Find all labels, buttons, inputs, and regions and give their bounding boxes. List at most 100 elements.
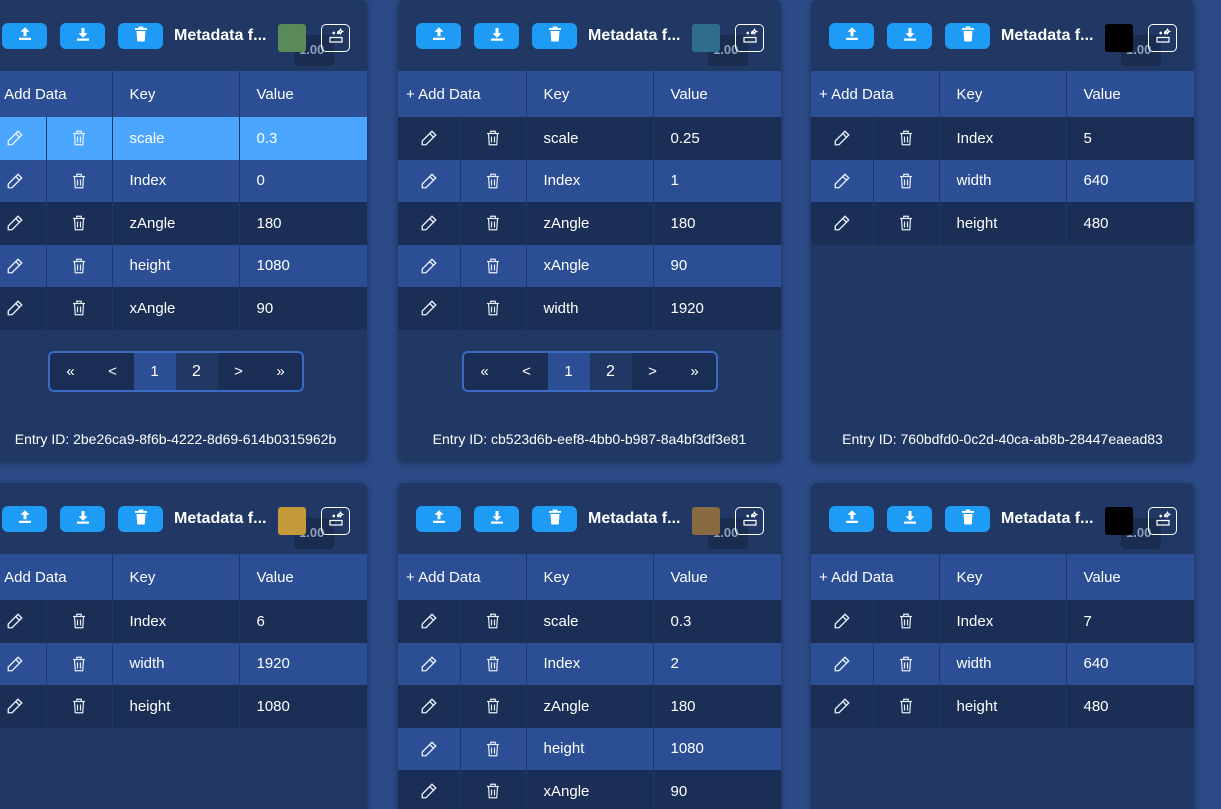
upload-button[interactable] xyxy=(2,506,47,532)
delete-row-button[interactable] xyxy=(46,287,113,330)
edit-row-button[interactable] xyxy=(0,244,47,287)
table-row[interactable]: Index 2 xyxy=(398,642,781,685)
table-row[interactable]: Index 1 xyxy=(398,159,781,202)
delete-row-button[interactable] xyxy=(460,202,527,245)
table-row[interactable]: height 480 xyxy=(811,685,1194,728)
add-data-button[interactable]: + Add Data xyxy=(0,71,113,117)
edit-row-button[interactable] xyxy=(398,244,461,287)
table-row[interactable]: xAngle 90 xyxy=(398,770,781,809)
download-button[interactable] xyxy=(887,506,932,532)
delete-row-button[interactable] xyxy=(460,600,527,643)
edit-row-button[interactable] xyxy=(0,117,47,160)
edit-row-button[interactable] xyxy=(0,159,47,202)
edit-row-button[interactable] xyxy=(398,159,461,202)
table-row[interactable]: Index 7 xyxy=(811,600,1194,643)
edit-row-button[interactable] xyxy=(398,685,461,728)
table-row[interactable]: xAngle 90 xyxy=(398,244,781,287)
last-page-button[interactable]: » xyxy=(673,353,716,390)
table-row[interactable]: Index 0 xyxy=(0,159,367,202)
ai-assist-button[interactable] xyxy=(321,507,350,535)
table-row[interactable]: scale 0.3 xyxy=(398,600,781,643)
prev-page-button[interactable]: < xyxy=(505,353,548,390)
thumbnail-image[interactable] xyxy=(692,507,720,535)
thumbnail-image[interactable] xyxy=(692,24,720,52)
edit-row-button[interactable] xyxy=(811,600,874,643)
next-page-button[interactable]: > xyxy=(631,353,674,390)
delete-row-button[interactable] xyxy=(873,685,940,728)
edit-row-button[interactable] xyxy=(811,117,874,160)
delete-row-button[interactable] xyxy=(46,685,113,728)
edit-row-button[interactable] xyxy=(0,287,47,330)
first-page-button[interactable]: « xyxy=(49,353,92,390)
download-button[interactable] xyxy=(60,506,105,532)
add-data-button[interactable]: + Add Data xyxy=(398,71,527,117)
delete-row-button[interactable] xyxy=(873,202,940,245)
table-row[interactable]: zAngle 180 xyxy=(398,685,781,728)
first-page-button[interactable]: « xyxy=(463,353,506,390)
delete-entry-button[interactable] xyxy=(532,506,577,532)
ai-assist-button[interactable] xyxy=(735,507,764,535)
ai-assist-button[interactable] xyxy=(735,24,764,52)
edit-row-button[interactable] xyxy=(811,642,874,685)
delete-entry-button[interactable] xyxy=(945,23,990,49)
add-data-button[interactable]: + Add Data xyxy=(398,554,527,600)
upload-button[interactable] xyxy=(829,506,874,532)
ai-assist-button[interactable] xyxy=(321,24,350,52)
table-row[interactable]: width 640 xyxy=(811,159,1194,202)
edit-row-button[interactable] xyxy=(398,202,461,245)
page-1-button[interactable]: 1 xyxy=(547,353,590,390)
table-row[interactable]: Index 5 xyxy=(811,117,1194,160)
edit-row-button[interactable] xyxy=(811,202,874,245)
delete-row-button[interactable] xyxy=(460,117,527,160)
table-row[interactable]: height 1080 xyxy=(0,244,367,287)
delete-row-button[interactable] xyxy=(460,244,527,287)
table-row[interactable]: Index 6 xyxy=(0,600,367,643)
edit-row-button[interactable] xyxy=(398,642,461,685)
table-row[interactable]: zAngle 180 xyxy=(0,202,367,245)
delete-row-button[interactable] xyxy=(46,159,113,202)
page-2-button[interactable]: 2 xyxy=(175,353,218,390)
delete-entry-button[interactable] xyxy=(945,506,990,532)
prev-page-button[interactable]: < xyxy=(91,353,134,390)
edit-row-button[interactable] xyxy=(398,727,461,770)
delete-row-button[interactable] xyxy=(460,770,527,809)
table-row[interactable]: height 1080 xyxy=(0,685,367,728)
upload-button[interactable] xyxy=(2,23,47,49)
delete-row-button[interactable] xyxy=(460,727,527,770)
last-page-button[interactable]: » xyxy=(259,353,302,390)
table-row[interactable]: scale 0.25 xyxy=(398,117,781,160)
delete-entry-button[interactable] xyxy=(118,506,163,532)
delete-entry-button[interactable] xyxy=(118,23,163,49)
delete-row-button[interactable] xyxy=(460,685,527,728)
delete-row-button[interactable] xyxy=(460,287,527,330)
delete-row-button[interactable] xyxy=(46,117,113,160)
add-data-button[interactable]: + Add Data xyxy=(811,71,940,117)
add-data-button[interactable]: + Add Data xyxy=(0,554,113,600)
delete-row-button[interactable] xyxy=(873,642,940,685)
upload-button[interactable] xyxy=(416,23,461,49)
ai-assist-button[interactable] xyxy=(1148,24,1177,52)
delete-row-button[interactable] xyxy=(46,202,113,245)
upload-button[interactable] xyxy=(829,23,874,49)
table-row[interactable]: width 640 xyxy=(811,642,1194,685)
table-row[interactable]: width 1920 xyxy=(398,287,781,330)
delete-row-button[interactable] xyxy=(46,244,113,287)
delete-row-button[interactable] xyxy=(46,600,113,643)
download-button[interactable] xyxy=(887,23,932,49)
edit-row-button[interactable] xyxy=(0,642,47,685)
thumbnail-image[interactable] xyxy=(1105,507,1133,535)
delete-row-button[interactable] xyxy=(46,642,113,685)
download-button[interactable] xyxy=(60,23,105,49)
page-1-button[interactable]: 1 xyxy=(133,353,176,390)
edit-row-button[interactable] xyxy=(398,287,461,330)
table-row[interactable]: xAngle 90 xyxy=(0,287,367,330)
edit-row-button[interactable] xyxy=(398,600,461,643)
page-2-button[interactable]: 2 xyxy=(589,353,632,390)
ai-assist-button[interactable] xyxy=(1148,507,1177,535)
edit-row-button[interactable] xyxy=(398,117,461,160)
table-row[interactable]: width 1920 xyxy=(0,642,367,685)
edit-row-button[interactable] xyxy=(398,770,461,809)
edit-row-button[interactable] xyxy=(0,685,47,728)
edit-row-button[interactable] xyxy=(0,202,47,245)
thumbnail-image[interactable] xyxy=(278,24,306,52)
